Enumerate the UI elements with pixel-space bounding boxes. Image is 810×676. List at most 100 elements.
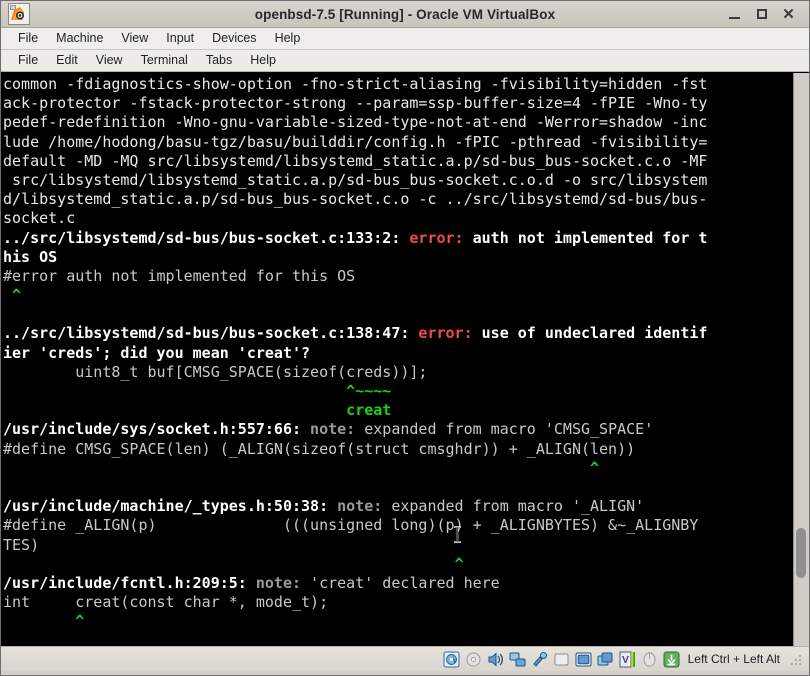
terminal-line: src/libsystemd/libsystemd_static.a.p/sd-… — [3, 171, 793, 190]
terminal-text-span: 'creat' declared here — [301, 573, 500, 592]
terminal-text-span: note: — [255, 573, 302, 592]
network-icon[interactable] — [509, 651, 526, 668]
terminal-menu-help[interactable]: Help — [241, 51, 285, 70]
terminal-text-span: /usr/include/machine/_types.h:50:38: — [3, 497, 338, 516]
optical-disk-icon[interactable] — [465, 651, 482, 668]
terminal-text-span: ../src/libsystemd/sd-bus/bus-socket.c:13… — [3, 324, 419, 343]
usb-icon[interactable] — [531, 651, 548, 668]
minimize-button[interactable] — [728, 8, 741, 21]
terminal-text-span: expanded from macro '_ALIGN' — [382, 497, 645, 516]
virtualbox-vm-window: openbsd-7.5 [Running] - Oracle VM Virtua… — [0, 0, 810, 676]
terminal-menu-edit[interactable]: Edit — [47, 51, 87, 70]
terminal-text-span: lude /home/hodong/basu-tgz/basu/builddir… — [3, 132, 708, 151]
hard-disk-icon[interactable] — [443, 651, 460, 668]
terminal-line: ^ — [3, 555, 793, 574]
terminal-line: socket.c — [3, 209, 793, 228]
terminal-menu-tabs[interactable]: Tabs — [197, 51, 241, 70]
terminal-text-span: socket.c — [3, 209, 76, 228]
menu-devices[interactable]: Devices — [203, 29, 265, 48]
terminal-line: creat — [3, 401, 793, 420]
terminal-text-span: ../src/libsystemd/sd-bus/bus-socket.c:13… — [3, 228, 410, 247]
terminal-line: pedef-redefinition -Wno-gnu-variable-siz… — [3, 113, 793, 132]
terminal-line: ier 'creds'; did you mean 'creat'? — [3, 344, 793, 363]
menu-view[interactable]: View — [112, 29, 157, 48]
terminal-line: ^ — [3, 459, 793, 478]
terminal-text-span: use of undeclared identif — [472, 324, 708, 343]
terminal-text-span: error: — [418, 324, 473, 343]
terminal-text-span: ^ — [3, 286, 22, 305]
menu-input[interactable]: Input — [157, 29, 203, 48]
terminal-output: common -fdiagnostics-show-option -fno-st… — [3, 75, 793, 646]
terminal-line: ^~~~~ — [3, 382, 793, 401]
terminal-line: ../src/libsystemd/sd-bus/bus-socket.c:13… — [3, 229, 793, 248]
resize-grip-icon[interactable] — [791, 653, 803, 665]
terminal-text-span: note: — [337, 497, 383, 516]
terminal-text-span: #error auth not implemented for this OS — [3, 266, 356, 285]
mouse-icon[interactable] — [641, 651, 658, 668]
terminal-text-span: ^ — [3, 554, 464, 573]
terminal-text-span: d/libsystemd_static.a.p/sd-bus_bus-socke… — [3, 190, 708, 209]
window-titlebar: openbsd-7.5 [Running] - Oracle VM Virtua… — [1, 1, 809, 28]
terminal-text-span: ^~~~~ — [3, 382, 392, 400]
terminal-text-span: src/libsystemd/libsystemd_static.a.p/sd-… — [3, 170, 708, 189]
guest-terminal-menubar: File Edit View Terminal Tabs Help — [1, 50, 809, 72]
terminal-text-span: his OS — [3, 247, 58, 266]
terminal-line: ../src/libsystemd/sd-bus/bus-socket.c:13… — [3, 324, 793, 343]
terminal-line: #define _ALIGN(p) (((unsigned long)(p) +… — [3, 516, 793, 535]
terminal-line: lude /home/hodong/basu-tgz/basu/builddir… — [3, 133, 793, 152]
menu-file[interactable]: File — [9, 29, 47, 48]
terminal-line: #define CMSG_SPACE(len) (_ALIGN(sizeof(s… — [3, 440, 793, 459]
terminal-line: default -MD -MQ src/libsystemd/libsystem… — [3, 152, 793, 171]
terminal-text-span: error: — [409, 228, 464, 247]
terminal-line: /usr/include/machine/_types.h:50:38: not… — [3, 497, 793, 516]
close-button[interactable]: ✕ — [782, 7, 795, 22]
terminal-scrollbar-thumb[interactable] — [796, 528, 806, 578]
recording-icon[interactable] — [597, 651, 614, 668]
terminal-menu-view[interactable]: View — [87, 51, 132, 70]
terminal-line: ack-protector -fstack-protector-strong -… — [3, 94, 793, 113]
window-title: openbsd-7.5 [Running] - Oracle VM Virtua… — [254, 6, 556, 22]
terminal-menu-file[interactable]: File — [9, 51, 47, 70]
terminal-text-span: ier 'creds'; did you mean 'creat'? — [3, 343, 311, 362]
terminal-line: /usr/include/fcntl.h:209:5: note: 'creat… — [3, 574, 793, 593]
terminal-text-span: auth not implemented for t — [463, 228, 708, 247]
terminal-text-span: /usr/include/sys/socket.h:557:66: — [3, 420, 311, 439]
terminal-text-span: common -fdiagnostics-show-option -fno-st… — [3, 75, 708, 93]
terminal-line: int creat(const char *, mode_t); — [3, 593, 793, 612]
terminal-text-span: ack-protector -fstack-protector-strong -… — [3, 94, 708, 113]
keyboard-host-icon[interactable] — [663, 651, 680, 668]
terminal-text-span: expanded from macro 'CMSG_SPACE' — [355, 420, 654, 439]
terminal-line: d/libsystemd_static.a.p/sd-bus_bus-socke… — [3, 190, 793, 209]
shared-folder-icon[interactable] — [553, 651, 570, 668]
terminal-line: his OS — [3, 248, 793, 267]
menu-machine[interactable]: Machine — [47, 29, 112, 48]
terminal-line: uint8_t buf[CMSG_SPACE(sizeof(creds))]; — [3, 363, 793, 382]
terminal-line: common -fdiagnostics-show-option -fno-st… — [3, 75, 793, 94]
terminal-text-span: /usr/include/fcntl.h:209:5: — [3, 573, 256, 592]
terminal-viewport[interactable]: common -fdiagnostics-show-option -fno-st… — [1, 73, 793, 646]
terminal-text-span: #define CMSG_SPACE(len) (_ALIGN(sizeof(s… — [3, 439, 636, 458]
maximize-button[interactable] — [755, 8, 768, 21]
vm-statusbar: V Left Ctrl + Left Alt — [1, 646, 809, 671]
vm-menubar: File Machine View Input Devices Help — [1, 28, 809, 50]
terminal-line: TES) — [3, 536, 793, 555]
terminal-text-span: note: — [310, 420, 356, 439]
svg-text:V: V — [622, 655, 629, 666]
terminal-menu-terminal[interactable]: Terminal — [132, 51, 197, 70]
terminal-text-span: uint8_t buf[CMSG_SPACE(sizeof(creds))]; — [3, 362, 428, 381]
audio-icon[interactable] — [487, 651, 504, 668]
terminal-text-span: ^ — [3, 612, 85, 631]
terminal-line: ^ — [3, 612, 793, 631]
terminal-text-span: ^ — [3, 458, 600, 477]
menu-help[interactable]: Help — [266, 29, 310, 48]
virtualization-icon[interactable]: V — [619, 651, 636, 668]
terminal-line: ^ — [3, 286, 793, 305]
terminal-line: /usr/include/sys/socket.h:557:66: note: … — [3, 420, 793, 439]
host-key-label: Left Ctrl + Left Alt — [687, 652, 780, 666]
terminal-scrollbar[interactable] — [793, 73, 809, 646]
terminal-text-span: creat — [3, 401, 392, 420]
display-icon[interactable] — [575, 651, 592, 668]
